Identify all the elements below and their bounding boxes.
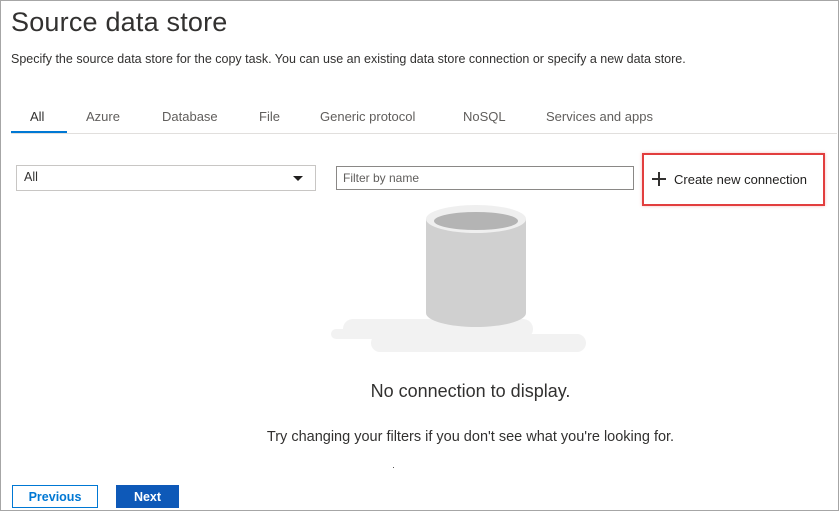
type-filter-value: All — [24, 170, 38, 184]
empty-state-title: No connection to display. — [370, 381, 571, 401]
tab-file[interactable]: File — [259, 105, 280, 133]
type-filter-dropdown[interactable]: All — [16, 165, 316, 191]
next-button[interactable]: Next — [116, 485, 179, 508]
decorative-dot — [393, 467, 394, 468]
tab-azure[interactable]: Azure — [86, 105, 120, 133]
empty-database-icon — [331, 205, 586, 352]
create-new-connection-label: Create new connection — [674, 171, 807, 187]
tab-generic-protocol[interactable]: Generic protocol — [320, 105, 415, 133]
category-tabs: All Azure Database File Generic protocol… — [11, 105, 837, 134]
page-title: Source data store — [11, 7, 228, 37]
tab-database[interactable]: Database — [162, 105, 218, 133]
tab-all[interactable]: All — [30, 105, 44, 133]
filter-by-name-input[interactable] — [336, 166, 634, 190]
empty-state-hint: Try changing your filters if you don't s… — [266, 429, 675, 445]
active-tab-indicator — [11, 131, 67, 133]
previous-button[interactable]: Previous — [12, 485, 98, 508]
create-new-connection-button[interactable]: Create new connection — [652, 169, 807, 189]
plus-icon — [652, 172, 666, 186]
caret-down-icon — [293, 176, 303, 181]
tab-nosql[interactable]: NoSQL — [463, 105, 506, 133]
tab-services-and-apps[interactable]: Services and apps — [546, 105, 653, 133]
source-data-store-panel: Source data store Specify the source dat… — [0, 0, 839, 511]
page-subtitle: Specify the source data store for the co… — [11, 52, 686, 66]
